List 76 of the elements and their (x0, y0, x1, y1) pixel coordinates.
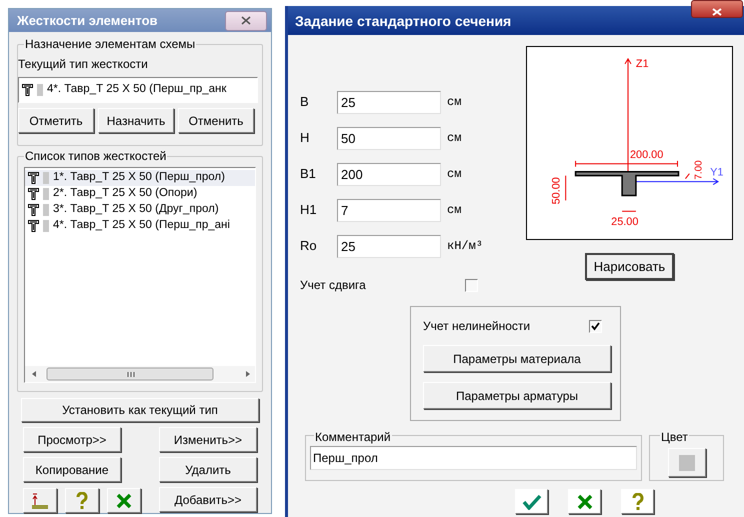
unit-label: см (447, 166, 462, 183)
field-label: Ro (300, 237, 318, 256)
tee-section-drawing: Z1 Y1 200.00 50.00 7.00 25.00 (526, 46, 733, 240)
color-button[interactable] (668, 448, 706, 477)
action-button[interactable]: Отметить (18, 108, 94, 133)
list-item[interactable]: 2*. Тавр_Т 25 X 50 (Опори) (25, 186, 255, 202)
input-field[interactable]: 25 (337, 234, 441, 258)
set-current-button[interactable]: Установить как текущий тип (21, 398, 259, 422)
cross-icon (116, 492, 132, 508)
check-icon (522, 494, 542, 510)
tee-section-icon (28, 188, 39, 200)
help-button[interactable] (621, 489, 654, 514)
cross-icon (576, 494, 592, 510)
window-title: Жесткости элементов (17, 12, 158, 30)
question-icon (76, 492, 88, 510)
tool-button[interactable] (23, 488, 57, 513)
question-icon (632, 492, 644, 510)
check-icon (591, 322, 600, 330)
color-swatch (43, 188, 49, 200)
group-label: Список типов жесткостей (24, 149, 168, 163)
action-button[interactable]: Изменить>> (159, 427, 257, 452)
tee-section-icon (28, 172, 39, 184)
close-icon (712, 8, 722, 16)
window-title: Задание стандартного сечения (295, 12, 512, 31)
comment-field[interactable]: Перш_прол (310, 446, 637, 470)
checkbox-label: Учет сдвига (300, 277, 367, 294)
current-type-field[interactable]: 4*. Тавр_Т 25 X 50 (Перш_пр_анк (18, 77, 258, 103)
tee-section-icon (28, 204, 39, 216)
unit-label: см (447, 130, 462, 147)
field-label: H (300, 129, 310, 148)
current-type-label: Текущий тип жесткости (18, 57, 149, 72)
unit-label: кН/м³ (447, 238, 484, 255)
parameters-button[interactable]: Параметры материала (423, 345, 611, 372)
input-field[interactable]: 7 (337, 198, 441, 222)
unit-label: см (447, 202, 462, 219)
list-item[interactable]: 4*. Тавр_Т 25 X 50 (Перш_пр_ані (25, 218, 255, 234)
color-swatch (43, 172, 49, 184)
close-button[interactable] (225, 10, 267, 30)
unit-label: см (447, 94, 462, 111)
color-swatch (37, 84, 43, 96)
cancel-button[interactable] (568, 489, 601, 514)
checkbox[interactable] (589, 320, 602, 332)
list-item-text: 4*. Тавр_Т 25 X 50 (Перш_пр_ані (53, 218, 230, 234)
action-button[interactable]: Назначить (98, 108, 174, 133)
action-button[interactable]: Удалить (159, 457, 257, 482)
checkbox-label: Учет нелинейности (423, 318, 530, 335)
ok-button[interactable] (515, 489, 548, 514)
horizontal-scrollbar[interactable] (25, 366, 255, 382)
close-button[interactable] (691, 0, 743, 18)
group-label: Назначение элементам схемы (24, 37, 196, 51)
color-swatch (43, 204, 49, 216)
action-button[interactable]: Просмотр>> (23, 427, 121, 452)
action-button[interactable]: Копирование (23, 457, 121, 482)
input-field[interactable]: 50 (337, 126, 441, 150)
color-swatch (43, 220, 49, 232)
list-item-text: 2*. Тавр_Т 25 X 50 (Опори) (53, 186, 198, 202)
list-item[interactable]: 3*. Тавр_Т 25 X 50 (Друг_прол) (25, 202, 255, 218)
checkbox[interactable] (465, 278, 478, 292)
close-icon (241, 16, 251, 25)
tee-section-icon (22, 84, 33, 96)
list-item[interactable]: 1*. Тавр_Т 25 X 50 (Перш_прол) (25, 170, 255, 186)
action-button[interactable]: Отменить (178, 108, 254, 133)
current-type-text: 4*. Тавр_Т 25 X 50 (Перш_пр_анк (47, 82, 226, 98)
field-label: H1 (300, 201, 318, 220)
field-label: B (300, 93, 310, 112)
list-item-text: 3*. Тавр_Т 25 X 50 (Друг_прол) (53, 202, 219, 218)
input-field[interactable]: 25 (337, 90, 441, 114)
help-button[interactable] (65, 488, 99, 513)
action-button[interactable]: Добавить>> (159, 487, 257, 512)
draw-button[interactable]: Нарисовать (585, 253, 674, 280)
list-item-text: 1*. Тавр_Т 25 X 50 (Перш_прол) (53, 170, 225, 186)
input-field[interactable]: 200 (337, 162, 441, 186)
field-label: B1 (300, 165, 317, 184)
parameters-button[interactable]: Параметры арматуры (423, 382, 611, 409)
tee-section-icon (28, 220, 39, 232)
axis-icon (30, 492, 50, 508)
